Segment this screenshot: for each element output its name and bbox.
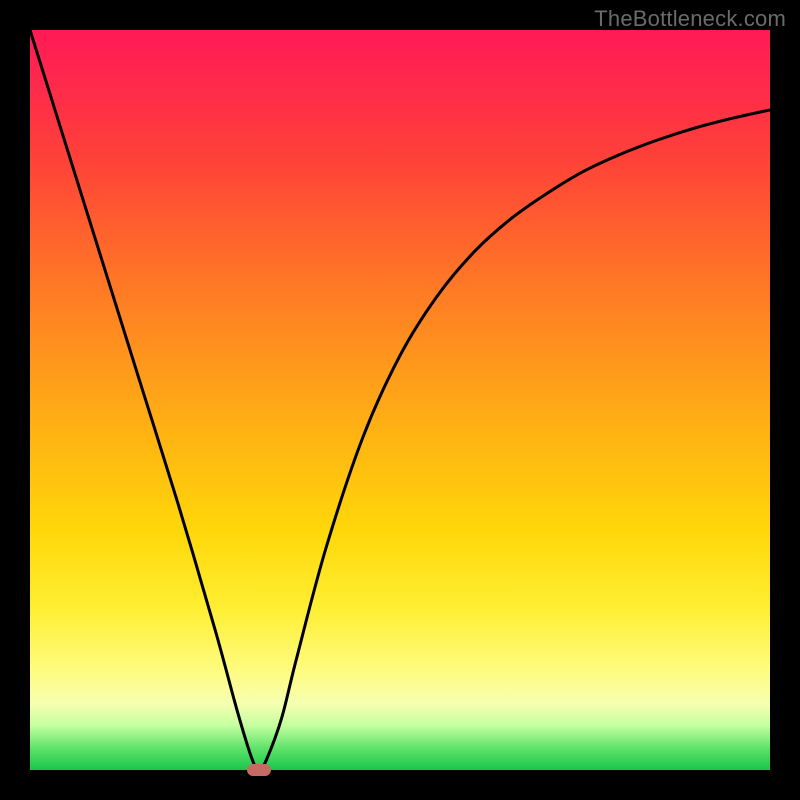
bottleneck-curve-path	[30, 30, 770, 770]
plot-area	[30, 30, 770, 770]
watermark-text: TheBottleneck.com	[594, 6, 786, 32]
minimum-marker	[247, 764, 271, 776]
chart-frame: TheBottleneck.com	[0, 0, 800, 800]
curve-svg	[30, 30, 770, 770]
